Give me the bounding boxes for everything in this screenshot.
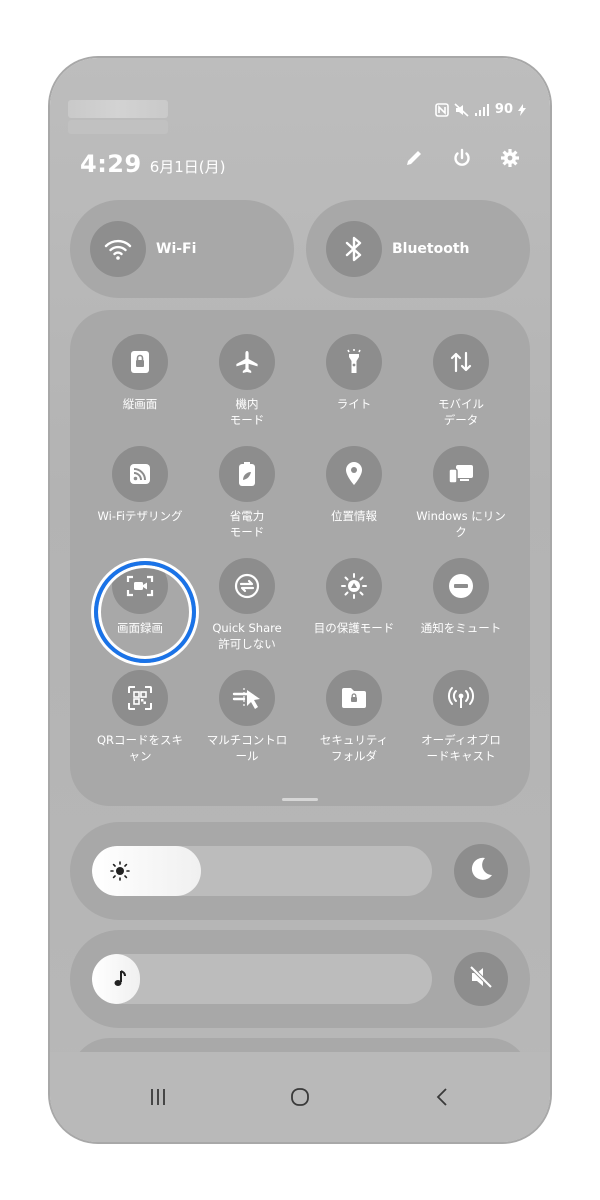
- tile-label: Wi-Fiテザリング: [97, 509, 183, 523]
- bluetooth-label: Bluetooth: [392, 241, 470, 257]
- tile-label: QRコードをスキ: [96, 733, 184, 747]
- wifi-toggle[interactable]: Wi-Fi: [70, 200, 294, 298]
- music-note-icon: [110, 969, 130, 993]
- portrait-lock-icon: [112, 334, 168, 390]
- hotspot-icon: [112, 446, 168, 502]
- link-to-windows-icon: [433, 446, 489, 502]
- tile-label: 機内: [235, 397, 259, 411]
- tile-portrait[interactable]: 縦画面: [86, 334, 194, 412]
- brightness-slider[interactable]: [92, 846, 432, 896]
- navigation-bar: [50, 1052, 550, 1142]
- quick-settings-panel: 縦画面 機内 モード ライト モバイル データ Wi-Fiテザリング 省電力 モ…: [70, 310, 530, 806]
- tile-power-saving[interactable]: 省電力 モード: [193, 446, 301, 540]
- tile-label-2: フォルダ: [331, 749, 377, 763]
- bluetooth-icon: [326, 221, 382, 277]
- header-actions: [404, 148, 520, 168]
- battery-level: 90: [494, 102, 513, 117]
- quick-share-icon: [219, 558, 275, 614]
- tile-link-to-windows[interactable]: Windows にリン ク: [407, 446, 515, 540]
- do-not-disturb-icon: [433, 558, 489, 614]
- sound-mode-button[interactable]: [454, 952, 508, 1006]
- blurred-status-area-2: [68, 120, 168, 134]
- tile-mobile-data[interactable]: モバイル データ: [407, 334, 515, 428]
- tile-label: Quick Share: [212, 621, 282, 635]
- volume-card: [70, 930, 530, 1028]
- wifi-icon: [90, 221, 146, 277]
- location-icon: [326, 446, 382, 502]
- tile-mute-notifications[interactable]: 通知をミュート: [407, 558, 515, 636]
- tile-multi-control[interactable]: マルチコントロ ール: [193, 670, 301, 764]
- back-icon[interactable]: [422, 1082, 462, 1112]
- tile-label-2: データ: [443, 413, 479, 427]
- bluetooth-toggle[interactable]: Bluetooth: [306, 200, 530, 298]
- time: 4:29: [80, 150, 142, 178]
- flashlight-icon: [326, 334, 382, 390]
- tile-label: モバイル: [438, 397, 484, 411]
- qr-scan-icon: [112, 670, 168, 726]
- tile-label-2: モード: [229, 413, 265, 427]
- status-bar: 90: [435, 102, 526, 117]
- recent-apps-icon[interactable]: [138, 1082, 178, 1112]
- tile-label-2: ャン: [128, 749, 152, 763]
- panel-page-indicator: [282, 798, 318, 801]
- tile-label-2: ク: [455, 525, 467, 539]
- tile-location[interactable]: 位置情報: [300, 446, 408, 524]
- edit-icon[interactable]: [404, 148, 424, 168]
- moon-icon: [468, 856, 494, 886]
- power-icon[interactable]: [452, 148, 472, 168]
- mute-speaker-icon: [468, 964, 494, 994]
- tile-label-2: 許可しない: [218, 637, 276, 651]
- dark-mode-button[interactable]: [454, 844, 508, 898]
- tile-eye-comfort[interactable]: 目の保護モード: [300, 558, 408, 636]
- secure-folder-icon: [326, 670, 382, 726]
- audio-broadcast-icon: [433, 670, 489, 726]
- battery-charging-icon: [518, 103, 526, 116]
- tile-label: Windows にリン: [416, 509, 506, 523]
- wifi-label: Wi-Fi: [156, 241, 197, 257]
- sun-icon: [110, 861, 130, 885]
- highlight-ring: [94, 561, 196, 663]
- tile-airplane[interactable]: 機内 モード: [193, 334, 301, 428]
- tile-label: 位置情報: [331, 509, 377, 523]
- settings-icon[interactable]: [500, 148, 520, 168]
- tile-flashlight[interactable]: ライト: [300, 334, 408, 412]
- tile-quick-share[interactable]: Quick Share 許可しない: [193, 558, 301, 652]
- clock: 4:29 6月1日(月): [80, 150, 226, 178]
- tile-label: セキュリティ: [319, 733, 389, 747]
- mute-icon: [454, 102, 469, 117]
- tile-label-2: ードキャスト: [426, 749, 496, 763]
- tile-secure-folder[interactable]: セキュリティ フォルダ: [300, 670, 408, 764]
- eye-comfort-icon: [326, 558, 382, 614]
- nfc-icon: [435, 102, 449, 117]
- tile-label: 目の保護モード: [313, 621, 395, 635]
- tile-label: 縦画面: [122, 397, 158, 411]
- tile-label-2: ール: [235, 749, 259, 763]
- signal-icon: [474, 103, 490, 117]
- tile-qr-scanner[interactable]: QRコードをスキ ャン: [86, 670, 194, 764]
- tile-hotspot[interactable]: Wi-Fiテザリング: [86, 446, 194, 524]
- multi-control-icon: [219, 670, 275, 726]
- blurred-status-area: [68, 100, 168, 118]
- brightness-slider-fill: [92, 846, 201, 896]
- tile-audio-broadcast[interactable]: オーディオブロ ードキャスト: [407, 670, 515, 764]
- airplane-icon: [219, 334, 275, 390]
- tile-label: ライト: [336, 397, 372, 411]
- date: 6月1日(月): [149, 158, 226, 176]
- tile-label: 省電力: [229, 509, 265, 523]
- mobile-data-icon: [433, 334, 489, 390]
- home-icon[interactable]: [280, 1082, 320, 1112]
- tile-label-2: モード: [229, 525, 265, 539]
- tile-label: オーディオブロ: [421, 733, 501, 747]
- battery-leaf-icon: [219, 446, 275, 502]
- tile-label: マルチコントロ: [206, 733, 288, 747]
- volume-slider[interactable]: [92, 954, 432, 1004]
- tile-label: 通知をミュート: [420, 621, 502, 635]
- brightness-card: [70, 822, 530, 920]
